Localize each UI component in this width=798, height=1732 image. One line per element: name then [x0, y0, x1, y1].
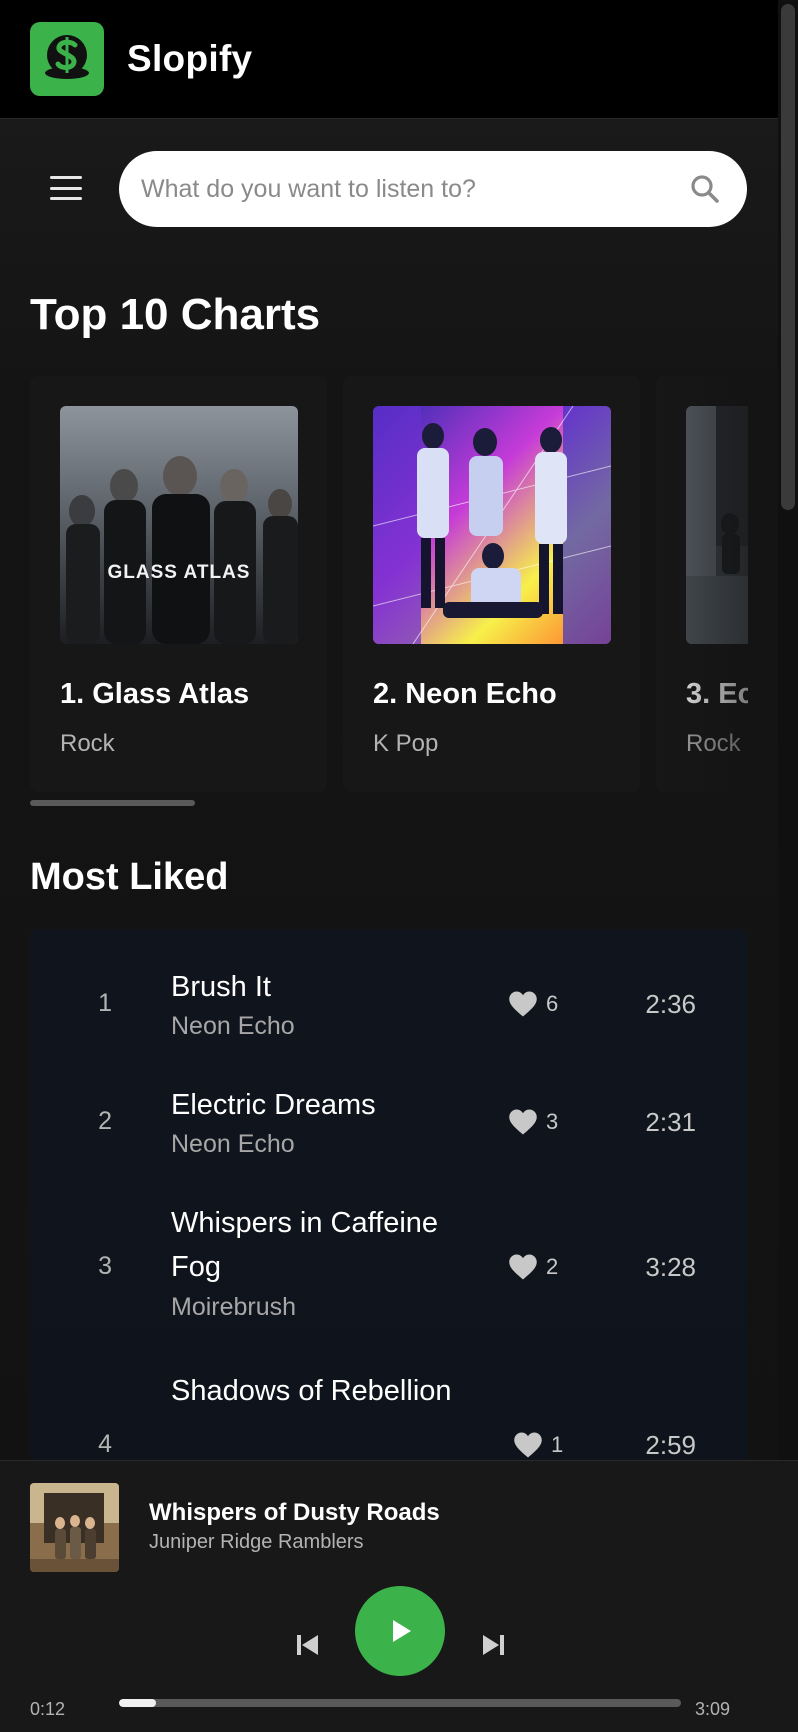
album-art: GLASS ATLAS	[60, 406, 298, 644]
carousel-scrollbar[interactable]	[30, 800, 195, 806]
chart-card-genre: Rock	[686, 730, 741, 757]
like-count: 1	[551, 1432, 564, 1457]
track-artist[interactable]: Neon Echo	[171, 1130, 295, 1159]
chart-card[interactable]: GLASS ATLAS 1. Glass Atlas Rock	[30, 376, 327, 792]
album-art	[373, 406, 611, 644]
section-title-top-charts: Top 10 Charts	[30, 290, 321, 339]
track-likes[interactable]: 6	[508, 990, 558, 1018]
like-count: 3	[546, 1109, 559, 1134]
track-rank: 1	[98, 989, 112, 1017]
track-title[interactable]: Shadows of Rebellion	[171, 1369, 471, 1413]
skip-next-icon[interactable]	[475, 1627, 511, 1663]
track-duration: 2:36	[645, 989, 696, 1019]
track-likes[interactable]: 3	[508, 1108, 558, 1136]
heart-icon[interactable]	[513, 1431, 543, 1459]
chart-card-name[interactable]: 2. Neon Echo	[373, 678, 557, 711]
heart-icon[interactable]	[508, 1253, 538, 1281]
track-artist[interactable]: Neon Echo	[171, 1012, 295, 1041]
total-time: 3:09	[695, 1699, 731, 1719]
brand-name: Slopify	[127, 38, 253, 79]
chart-card-name[interactable]: 1. Glass Atlas	[60, 678, 249, 711]
skip-previous-icon[interactable]	[290, 1627, 326, 1663]
track-likes[interactable]: 2	[508, 1253, 558, 1281]
track-duration: 2:59	[645, 1430, 696, 1460]
play-button[interactable]	[355, 1586, 445, 1676]
page-scrollbar-thumb[interactable]	[781, 4, 795, 510]
search-bar	[119, 151, 747, 227]
chart-card[interactable]: 3. Ec Rock	[656, 376, 748, 792]
chart-card-name[interactable]: 3. Ec	[686, 678, 748, 711]
chart-card-genre: K Pop	[373, 730, 439, 757]
like-count: 6	[546, 991, 559, 1016]
charts-carousel[interactable]: GLASS ATLAS 1. Glass Atlas Rock 2. Neon …	[30, 376, 748, 792]
track-rank: 2	[98, 1107, 112, 1135]
track-rank: 4	[98, 1430, 112, 1458]
play-icon	[393, 1620, 411, 1642]
section-title-most-liked: Most Liked	[30, 856, 229, 898]
search-icon[interactable]	[687, 171, 723, 207]
track-title[interactable]: Whispers in Caffeine Fog	[171, 1201, 471, 1289]
top-bar: Slopify	[0, 0, 778, 119]
track-rank: 3	[98, 1252, 112, 1280]
chart-card[interactable]: 2. Neon Echo K Pop	[343, 376, 640, 792]
menu-icon[interactable]	[44, 170, 88, 206]
track-artist[interactable]: Moirebrush	[171, 1293, 296, 1322]
heart-icon[interactable]	[508, 990, 538, 1018]
progress-fill	[119, 1699, 156, 1707]
track-row[interactable]: 1 Brush It Neon Echo 6 2:36	[30, 929, 748, 1047]
search-input[interactable]	[141, 169, 661, 209]
now-playing-cover[interactable]	[30, 1483, 119, 1572]
now-playing-bar: Whispers of Dusty Roads Juniper Ridge Ra…	[0, 1460, 798, 1732]
slopify-logo-icon[interactable]	[30, 22, 104, 96]
now-playing-title[interactable]: Whispers of Dusty Roads	[149, 1499, 440, 1527]
track-title[interactable]: Electric Dreams	[171, 1083, 471, 1127]
track-duration: 2:31	[645, 1107, 696, 1137]
most-liked-list: 1 Brush It Neon Echo 6 2:36 2 Electric D…	[30, 929, 748, 1469]
track-row[interactable]: 3 Whispers in Caffeine Fog Moirebrush 2 …	[30, 1165, 748, 1321]
track-row[interactable]: 4 Shadows of Rebellion 1 2:59	[30, 1329, 748, 1469]
track-likes[interactable]: 1	[513, 1431, 563, 1459]
like-count: 2	[546, 1254, 559, 1279]
chart-card-genre: Rock	[60, 730, 115, 757]
current-time: 0:12	[30, 1699, 66, 1719]
album-art-text: GLASS ATLAS	[108, 562, 251, 583]
track-duration: 3:28	[645, 1252, 696, 1282]
track-title[interactable]: Brush It	[171, 965, 471, 1009]
heart-icon[interactable]	[508, 1108, 538, 1136]
track-row[interactable]: 2 Electric Dreams Neon Echo 3 2:31	[30, 1047, 748, 1165]
album-art	[686, 406, 748, 644]
progress-bar[interactable]	[119, 1699, 681, 1707]
now-playing-artist[interactable]: Juniper Ridge Ramblers	[149, 1531, 364, 1554]
